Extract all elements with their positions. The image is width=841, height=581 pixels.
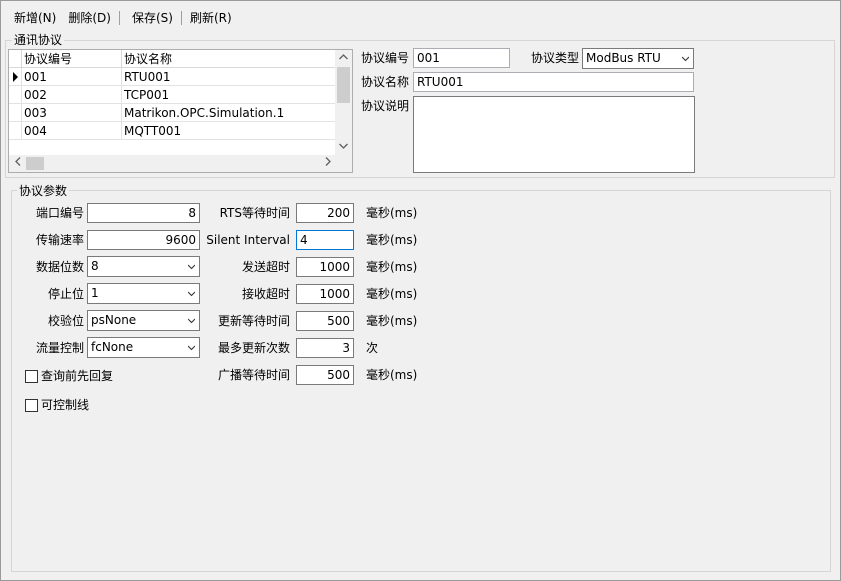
protocol-type-label: 协议类型 [531,51,580,65]
controllable-line-label: 可控制线 [41,398,90,412]
protocol-type-select[interactable]: ModBus RTU [582,48,694,69]
grid-header-indicator [9,50,22,67]
parity-select[interactable]: psNone [87,310,200,331]
checkbox-box[interactable] [25,369,38,383]
max-update-unit: 次 [366,341,379,355]
rts-wait-input[interactable]: 200 [296,203,354,223]
save-button[interactable]: 保存(S) [122,9,179,27]
chevron-down-icon [188,291,195,297]
scroll-left-icon[interactable] [9,155,26,172]
row-id: 002 [22,86,122,103]
refresh-button[interactable]: 刷新(R) [184,9,238,27]
toolbar: 新增(N) 删除(D) 保存(S) 刷新(R) [8,9,238,27]
query-reply-checkbox[interactable]: 查询前先回复 [25,368,113,384]
parity-label: 校验位 [47,314,84,328]
grid-header: 协议编号 协议名称 [9,50,336,68]
controllable-line-checkbox[interactable]: 可控制线 [25,397,89,413]
row-name: RTU001 [124,70,171,84]
delete-button[interactable]: 删除(D) [62,9,117,27]
send-timeout-label: 发送超时 [241,260,290,274]
checkbox-box[interactable] [25,398,38,412]
port-input[interactable]: 8 [87,203,200,223]
protocol-grid[interactable]: 协议编号 协议名称 001 RTU001 002 TCP001 003 Matr… [8,49,353,173]
silent-interval-input[interactable]: 4 [296,230,354,250]
row-id: 004 [22,122,122,139]
current-row-arrow-icon [13,72,18,82]
protocol-desc-input[interactable] [413,96,695,173]
row-indicator [9,68,22,85]
toolbar-separator [180,11,182,25]
horizontal-scroll-thumb[interactable] [26,157,44,170]
max-update-input[interactable]: 3 [296,338,354,358]
rts-wait-label: RTS等待时间 [219,206,290,220]
receive-timeout-input[interactable]: 1000 [296,284,354,304]
chevron-down-icon [682,56,689,62]
protocol-id-input[interactable]: 001 [413,48,510,68]
new-button[interactable]: 新增(N) [8,9,62,27]
protocol-type-value: ModBus RTU [586,51,661,65]
baud-label: 传输速率 [35,233,84,247]
toolbar-separator [118,11,120,25]
chevron-down-icon [188,264,195,270]
row-indicator [9,86,22,103]
row-name: Matrikon.OPC.Simulation.1 [124,106,285,120]
silent-interval-unit: 毫秒(ms) [366,233,418,247]
parity-value: psNone [91,313,137,327]
stopbits-label: 停止位 [47,287,84,301]
scroll-down-icon[interactable] [335,139,352,156]
grid-header-name[interactable]: 协议名称 [122,50,336,67]
scroll-up-icon[interactable] [335,50,352,67]
broadcast-wait-unit: 毫秒(ms) [366,368,418,382]
chevron-down-icon [188,345,195,351]
scroll-right-icon[interactable] [319,155,336,172]
send-timeout-input[interactable]: 1000 [296,257,354,277]
protocol-name-label: 协议名称 [361,75,410,89]
protocol-name-input[interactable]: RTU001 [413,72,694,92]
send-timeout-unit: 毫秒(ms) [366,260,418,274]
flow-control-select[interactable]: fcNone [87,337,200,358]
baud-input[interactable]: 9600 [87,230,200,250]
row-indicator [9,122,22,139]
max-update-label: 最多更新次数 [217,341,290,355]
update-wait-label: 更新等待时间 [217,314,290,328]
rts-wait-unit: 毫秒(ms) [366,206,418,220]
broadcast-wait-input[interactable]: 500 [296,365,354,385]
row-name: TCP001 [124,88,170,102]
databits-label: 数据位数 [35,260,84,274]
protocol-group-title: 通讯协议 [12,33,65,47]
update-wait-unit: 毫秒(ms) [366,314,418,328]
databits-value: 8 [91,259,99,273]
params-group-title: 协议参数 [17,184,70,198]
query-reply-label: 查询前先回复 [41,369,114,383]
receive-timeout-label: 接收超时 [241,287,290,301]
receive-timeout-unit: 毫秒(ms) [366,287,418,301]
scrollbar-corner [335,155,352,172]
table-row[interactable]: 003 Matrikon.OPC.Simulation.1 [9,104,336,122]
flow-control-label: 流量控制 [35,341,84,355]
silent-interval-label: Silent Interval [206,233,290,247]
table-row[interactable]: 001 RTU001 [9,68,336,86]
grid-vertical-scrollbar[interactable] [335,50,352,156]
row-id: 003 [22,104,122,121]
vertical-scroll-thumb[interactable] [337,67,350,103]
port-label: 端口编号 [35,206,84,220]
databits-select[interactable]: 8 [87,256,200,277]
row-name: MQTT001 [124,124,182,138]
grid-header-id[interactable]: 协议编号 [22,50,122,67]
broadcast-wait-label: 广播等待时间 [217,368,290,382]
row-indicator [9,104,22,121]
table-row[interactable]: 004 MQTT001 [9,122,336,140]
chevron-down-icon [188,318,195,324]
update-wait-input[interactable]: 500 [296,311,354,331]
stopbits-select[interactable]: 1 [87,283,200,304]
protocol-desc-label: 协议说明 [361,99,410,113]
stopbits-value: 1 [91,286,99,300]
protocol-id-label: 协议编号 [361,51,410,65]
flow-control-value: fcNone [91,340,134,354]
row-id: 001 [22,68,122,85]
table-row[interactable]: 002 TCP001 [9,86,336,104]
grid-horizontal-scrollbar[interactable] [9,155,336,172]
